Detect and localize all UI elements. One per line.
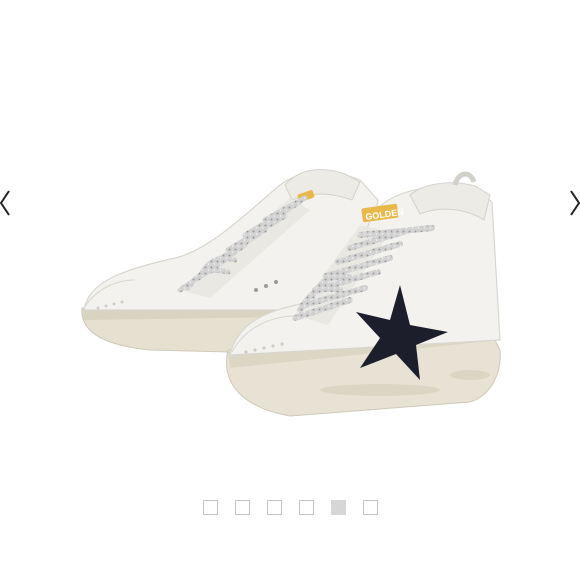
pagination-dot-3[interactable] bbox=[266, 500, 282, 515]
next-image-button[interactable] bbox=[566, 183, 580, 223]
pagination-dot-2[interactable] bbox=[234, 500, 250, 515]
product-image-carousel: GOLDEN bbox=[0, 0, 580, 580]
pagination-dot-4[interactable] bbox=[298, 500, 314, 515]
previous-image-button[interactable] bbox=[0, 183, 14, 223]
pagination-dot-5-active[interactable] bbox=[330, 500, 346, 515]
pagination-dot-6[interactable] bbox=[362, 500, 378, 515]
chevron-left-icon bbox=[0, 190, 10, 216]
pagination-dot-1[interactable] bbox=[202, 500, 218, 515]
carousel-pagination bbox=[0, 500, 580, 515]
chevron-right-icon bbox=[570, 190, 580, 216]
sneaker-product-image: GOLDEN bbox=[81, 169, 501, 417]
